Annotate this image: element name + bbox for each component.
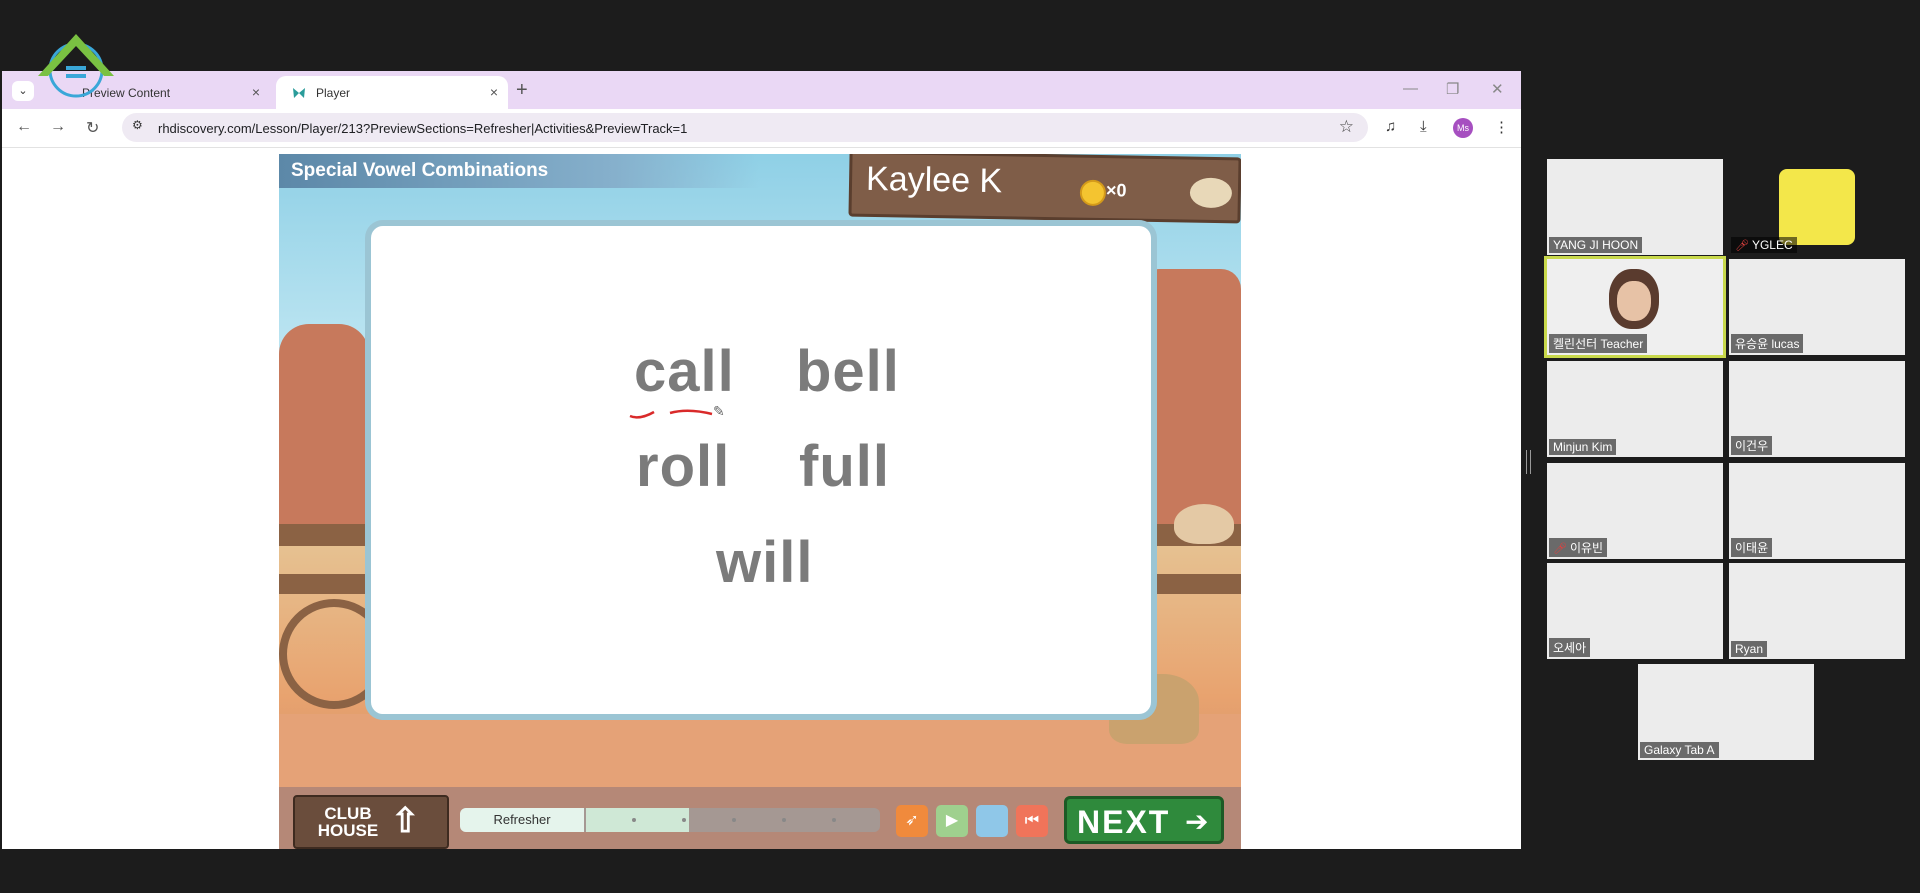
star-icon[interactable]: ☆: [1339, 117, 1354, 137]
participant-tile[interactable]: 이태윤: [1729, 463, 1905, 559]
participant-tile[interactable]: YANG JI HOON: [1547, 159, 1723, 255]
participant-name: 켈린선터 Teacher: [1549, 334, 1648, 353]
participant-name: 이유빈: [1569, 541, 1604, 555]
tab-search-icon[interactable]: ⌄: [12, 81, 34, 101]
progress-label: Refresher: [493, 812, 551, 827]
word-will[interactable]: will: [716, 529, 813, 596]
coin-count: ×0: [1105, 180, 1127, 201]
participant-tile-active[interactable]: 켈린선터 Teacher: [1547, 259, 1723, 355]
annotation-underline: [629, 409, 713, 419]
club-house-label: CLUB HOUSE: [317, 804, 379, 840]
tab-strip: ⌄ Preview Content × Player × + — ❐ ✕: [2, 71, 1521, 109]
participant-name-box: 🎤︎ YGLEC: [1731, 237, 1797, 253]
teacher-face: [1617, 281, 1651, 321]
lesson-player: Special Vowel Combinations Kaylee K ×0 c…: [279, 154, 1241, 849]
forward-icon[interactable]: →: [50, 118, 66, 136]
window-close-button[interactable]: ✕: [1491, 80, 1504, 98]
word-full[interactable]: full: [799, 433, 890, 500]
club-house-button[interactable]: CLUB HOUSE ⇧: [293, 795, 449, 849]
participant-name: 유승윤 lucas: [1731, 334, 1804, 353]
participant-name: Minjun Kim: [1549, 439, 1617, 455]
progress-dot: [632, 818, 636, 822]
word-call[interactable]: call: [634, 338, 735, 405]
progress-dot: [732, 818, 736, 822]
pen-cursor-icon: ✎: [713, 403, 725, 419]
next-arrow-icon: ➔: [1185, 806, 1209, 837]
word-bell[interactable]: bell: [796, 338, 900, 405]
media-icon[interactable]: ♫: [1385, 118, 1396, 135]
progress-dot: [682, 818, 686, 822]
reload-icon[interactable]: ↻: [86, 118, 99, 138]
progress-dot: [782, 818, 786, 822]
participant-name: 이건우: [1731, 436, 1773, 455]
next-label: NEXT: [1077, 804, 1171, 840]
mesa-left: [279, 324, 369, 524]
participant-name-box: 🎤︎ 이유빈: [1549, 538, 1608, 557]
rewind-icon[interactable]: ⏮: [1016, 805, 1048, 837]
participant-name: Ryan: [1731, 641, 1768, 657]
spongebob-avatar: [1779, 169, 1855, 245]
next-button[interactable]: NEXT ➔: [1064, 796, 1224, 844]
address-bar[interactable]: ⚙ rhdiscovery.com/Lesson/Player/213?Prev…: [122, 113, 1368, 142]
coin-icon: [1079, 179, 1107, 207]
mic-muted-icon: 🎤︎: [1553, 543, 1567, 555]
participant-tile[interactable]: Minjun Kim: [1547, 361, 1723, 457]
progress-fill: [586, 808, 689, 832]
participant-name: Galaxy Tab A: [1640, 742, 1719, 758]
bird-icon[interactable]: ➶: [896, 805, 928, 837]
mesa-right: [1139, 269, 1241, 524]
mic-muted-icon: 🎤︎: [1735, 240, 1749, 252]
butterfly-icon: [293, 88, 305, 98]
participant-name: YANG JI HOON: [1549, 237, 1643, 253]
close-icon[interactable]: ×: [252, 84, 260, 100]
panel-splitter[interactable]: [1526, 450, 1531, 474]
participant-name: YGLEC: [1751, 238, 1793, 252]
restore-button[interactable]: ❐: [1446, 80, 1459, 98]
participant-tile[interactable]: 이건우: [1729, 361, 1905, 457]
word-roll[interactable]: roll: [636, 433, 730, 500]
menu-icon[interactable]: ⋮: [1494, 118, 1509, 136]
progress-dot: [832, 818, 836, 822]
back-icon[interactable]: ←: [16, 118, 32, 136]
address-bar-row: ← → ↻ ⚙ rhdiscovery.com/Lesson/Player/21…: [2, 109, 1521, 148]
participant-tile[interactable]: 유승윤 lucas: [1729, 259, 1905, 355]
new-tab-button[interactable]: +: [516, 79, 528, 102]
minimize-button[interactable]: —: [1403, 80, 1418, 97]
participant-name: 이태윤: [1731, 538, 1773, 557]
participant-tile[interactable]: Ryan: [1729, 563, 1905, 659]
site-info-icon[interactable]: ⚙: [132, 118, 150, 136]
participant-tile[interactable]: Galaxy Tab A: [1638, 664, 1814, 760]
play-icon[interactable]: ▶: [936, 805, 968, 837]
logo-icon: [34, 30, 118, 104]
player-controls: CLUB HOUSE ⇧ Refresher ➶ ▶ ⏮ NEXT ➔: [279, 787, 1241, 849]
url-text[interactable]: rhdiscovery.com/Lesson/Player/213?Previe…: [158, 121, 687, 136]
participant-tile[interactable]: 오세아: [1547, 563, 1723, 659]
house-icon: ⇧: [391, 802, 420, 840]
page-title: Special Vowel Combinations: [291, 160, 549, 181]
ground: [279, 714, 1241, 794]
close-icon[interactable]: ×: [490, 84, 498, 100]
tab-title: Player: [316, 86, 351, 100]
progress-bar: Refresher: [460, 808, 880, 832]
tab-player[interactable]: Player ×: [276, 76, 508, 109]
cowboy-hat: [1174, 504, 1234, 544]
student-name: Kaylee K: [865, 159, 1003, 201]
participant-tile[interactable]: 🎤︎ YGLEC: [1729, 159, 1905, 255]
participant-tile[interactable]: 🎤︎ 이유빈: [1547, 463, 1723, 559]
download-icon[interactable]: ⤓: [1420, 118, 1427, 135]
participant-name: 오세아: [1549, 638, 1591, 657]
word-card: call ✎ bell roll full will: [371, 226, 1151, 714]
avatar[interactable]: Ms: [1453, 118, 1473, 138]
stop-icon[interactable]: [976, 805, 1008, 837]
student-sign: Kaylee K ×0: [848, 154, 1241, 224]
hat-icon[interactable]: [1189, 177, 1233, 209]
